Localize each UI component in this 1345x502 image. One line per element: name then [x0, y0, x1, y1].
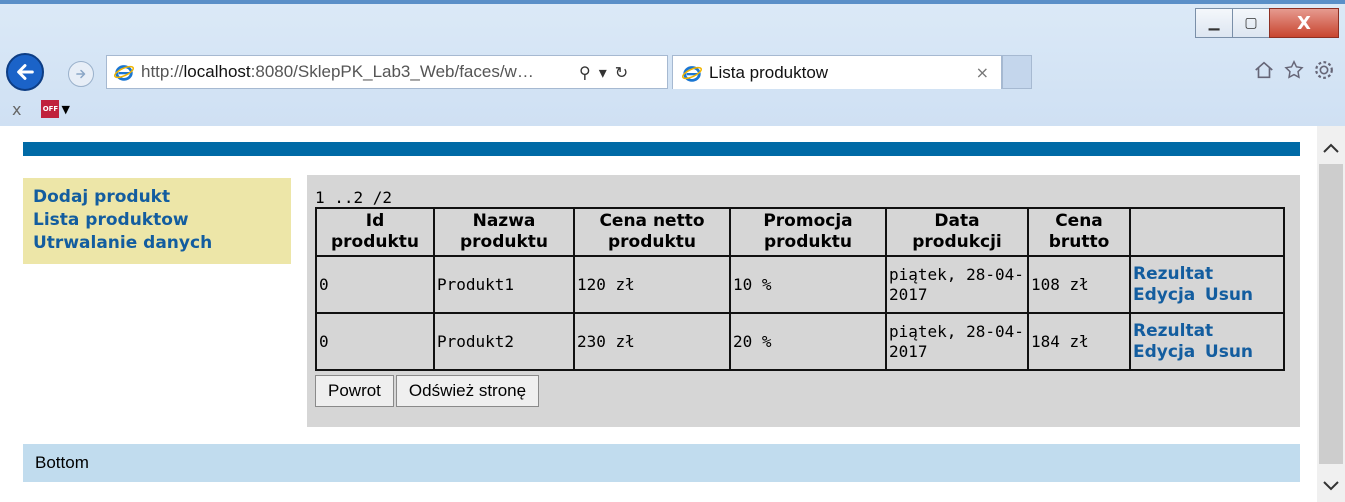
table-row: 0 Produkt1 120 zł 10 % piątek, 28-04-201… — [315, 255, 1285, 314]
url-host: localhost — [183, 62, 251, 81]
usun-link[interactable]: Usun — [1205, 342, 1253, 362]
rezultat-link[interactable]: Rezultat — [1133, 264, 1281, 285]
chevron-up-icon — [1323, 143, 1339, 153]
cell-date: piątek, 28-04-2017 — [885, 312, 1029, 371]
usun-link[interactable]: Usun — [1205, 285, 1253, 305]
column-header: Promocja produktu — [729, 207, 887, 257]
cell-actions: Rezultat Edycja Usun — [1129, 312, 1285, 371]
search-icon[interactable]: ⚲ — [579, 63, 591, 82]
column-header: Cena netto produktu — [573, 207, 731, 257]
arrow-right-icon — [76, 69, 86, 79]
maximize-icon: ▢ — [1244, 15, 1258, 31]
rezultat-link[interactable]: Rezultat — [1133, 321, 1281, 342]
sidebar-menu: Dodaj produkt Lista produktow Utrwalanie… — [23, 178, 291, 264]
pagination-text: 1 ..2 /2 — [315, 188, 393, 207]
window-controls: ▁ ▢ X — [1195, 8, 1339, 40]
cell-gross-price: 184 zł — [1027, 312, 1131, 371]
column-header: Id produktu — [315, 207, 435, 257]
main-panel: 1 ..2 /2 Id produktu Nazwa produktu Cena… — [307, 175, 1300, 427]
chevron-down-icon[interactable]: ▼ — [61, 103, 69, 116]
cell-name: Produkt1 — [433, 255, 575, 314]
browser-chrome: ▁ ▢ X http://localhost:8080/SklepPK_Lab3… — [0, 0, 1345, 126]
navigation-row: http://localhost:8080/SklepPK_Lab3_Web/f… — [0, 50, 1345, 94]
maximize-button[interactable]: ▢ — [1232, 8, 1270, 38]
sidebar-item-dodaj-produkt[interactable]: Dodaj produkt — [33, 186, 281, 209]
column-header: Nazwa produktu — [433, 207, 575, 257]
powrot-button[interactable]: Powrot — [315, 375, 394, 407]
table-header-row: Id produktu Nazwa produktu Cena netto pr… — [315, 207, 1285, 257]
back-button[interactable] — [6, 53, 44, 91]
star-icon[interactable] — [1283, 59, 1305, 81]
column-header — [1129, 207, 1285, 257]
browser-tab[interactable]: Lista produktow × — [672, 55, 1002, 89]
offer-icon-label: OFF — [42, 105, 59, 113]
new-tab-button[interactable] — [1002, 55, 1032, 89]
cell-date: piątek, 28-04-2017 — [885, 255, 1029, 314]
close-icon: X — [1297, 12, 1311, 34]
vertical-scrollbar[interactable] — [1317, 126, 1345, 502]
minimize-button[interactable]: ▁ — [1195, 8, 1233, 38]
cell-id: 0 — [315, 312, 435, 371]
command-bar: x OFF ▼ — [0, 94, 1345, 124]
chevron-down-icon — [1323, 481, 1339, 491]
table-row: 0 Produkt2 230 zł 20 % piątek, 28-04-201… — [315, 312, 1285, 371]
browser-tools — [1253, 59, 1335, 81]
url-path: :8080/SklepPK_Lab3_Web/faces/w… — [250, 62, 534, 81]
button-row: Powrot Odśwież stronę — [315, 375, 1292, 407]
edycja-link[interactable]: Edycja — [1133, 342, 1195, 362]
close-window-button[interactable]: X — [1269, 8, 1339, 38]
url-text[interactable]: http://localhost:8080/SklepPK_Lab3_Web/f… — [141, 62, 571, 82]
address-actions: ⚲ ▾ ↻ — [579, 63, 628, 82]
forward-button[interactable] — [68, 61, 94, 87]
scroll-thumb[interactable] — [1319, 164, 1343, 464]
cell-net-price: 120 zł — [573, 255, 731, 314]
minimize-icon: ▁ — [1208, 15, 1220, 31]
footer: Bottom — [23, 444, 1300, 482]
scroll-down-button[interactable] — [1317, 470, 1345, 502]
footer-text: Bottom — [35, 453, 89, 472]
url-prefix: http:// — [141, 62, 184, 81]
refresh-icon[interactable]: ↻ — [615, 63, 628, 82]
sidebar-item-utrwalanie-danych[interactable]: Utrwalanie danych — [33, 232, 281, 255]
address-bar[interactable]: http://localhost:8080/SklepPK_Lab3_Web/f… — [106, 55, 668, 89]
page-viewport: Dodaj produkt Lista produktow Utrwalanie… — [0, 126, 1345, 502]
cell-promo: 20 % — [729, 312, 887, 371]
tab-close-icon[interactable]: × — [976, 63, 989, 82]
cell-net-price: 230 zł — [573, 312, 731, 371]
cell-actions: Rezultat Edycja Usun — [1129, 255, 1285, 314]
arrow-left-icon — [17, 64, 34, 80]
column-header: Data produkcji — [885, 207, 1029, 257]
dropdown-icon[interactable]: ▾ — [599, 63, 607, 82]
refresh-page-button[interactable]: Odśwież stronę — [395, 375, 540, 407]
cell-gross-price: 108 zł — [1027, 255, 1131, 314]
sidebar-item-lista-produktow[interactable]: Lista produktow — [33, 209, 281, 232]
close-bar-icon[interactable]: x — [12, 100, 21, 119]
cell-name: Produkt2 — [433, 312, 575, 371]
cell-promo: 10 % — [729, 255, 887, 314]
ie-logo-icon — [113, 65, 135, 81]
products-table: Id produktu Nazwa produktu Cena netto pr… — [315, 207, 1285, 371]
home-icon[interactable] — [1253, 59, 1275, 81]
edycja-link[interactable]: Edycja — [1133, 285, 1195, 305]
gear-icon[interactable] — [1313, 59, 1335, 81]
ie-logo-icon — [681, 65, 703, 82]
header-band — [23, 142, 1300, 156]
tab-title: Lista produktow — [709, 62, 829, 82]
cell-id: 0 — [315, 255, 435, 314]
offer-addon-icon[interactable]: OFF — [41, 100, 60, 118]
column-header: Cena brutto — [1027, 207, 1131, 257]
scroll-up-button[interactable] — [1317, 132, 1345, 164]
